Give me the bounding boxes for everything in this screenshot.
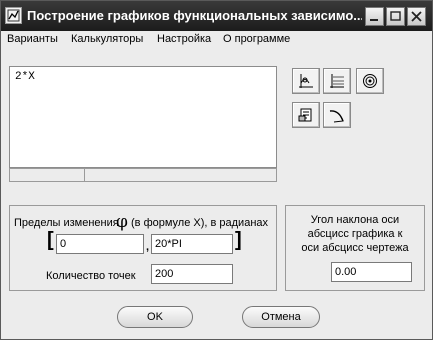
open-bracket: [ bbox=[47, 229, 54, 251]
cancel-button[interactable]: Отмена bbox=[242, 306, 320, 328]
angle-label-line1: Угол наклона оси bbox=[310, 214, 400, 226]
minimize-button[interactable] bbox=[365, 7, 384, 26]
menu-settings[interactable]: Настройка bbox=[157, 33, 211, 45]
range-label: Пределы изменения bbox=[14, 217, 119, 229]
maximize-icon bbox=[390, 11, 401, 21]
ok-button[interactable]: OK bbox=[117, 306, 193, 328]
angle-label-line3: оси абсцисс чертежа bbox=[301, 242, 409, 254]
plot-grid-button[interactable] bbox=[323, 68, 351, 94]
editor-status-bar bbox=[9, 168, 277, 182]
angle-group: Угол наклона оси абсцисс графика к оси а… bbox=[285, 205, 425, 291]
window-title: Построение графиков функциональных завис… bbox=[27, 8, 362, 23]
plot-axes-icon bbox=[299, 74, 313, 88]
points-label: Количество точек bbox=[46, 270, 136, 282]
polar-plot-button[interactable] bbox=[356, 68, 384, 94]
range-from-input[interactable]: 0 bbox=[56, 234, 144, 254]
title-bar[interactable]: Построение графиков функциональных завис… bbox=[1, 1, 432, 31]
phi-symbol: φ bbox=[116, 212, 128, 232]
angle-input[interactable]: 0.00 bbox=[331, 262, 412, 282]
angle-label-line2: абсцисс графика к bbox=[307, 228, 403, 240]
status-panel-1 bbox=[10, 169, 85, 181]
dialog-window: Построение графиков функциональных завис… bbox=[0, 0, 433, 340]
close-icon bbox=[411, 11, 422, 22]
minimize-icon bbox=[370, 19, 378, 21]
maximize-button[interactable] bbox=[386, 7, 405, 26]
close-button[interactable] bbox=[407, 7, 426, 26]
close-bracket: ] bbox=[235, 229, 242, 251]
menu-calculators[interactable]: Калькуляторы bbox=[71, 33, 143, 45]
plot-axes-button[interactable] bbox=[292, 68, 320, 94]
menu-bar: Варианты Калькуляторы Настройка О програ… bbox=[1, 31, 432, 49]
menu-variants[interactable]: Варианты bbox=[7, 33, 58, 45]
print-setup-icon bbox=[298, 108, 312, 122]
formula-editor[interactable]: 2*X bbox=[9, 66, 277, 168]
curve-tool-icon bbox=[329, 110, 344, 123]
range-label-suffix: (в формуле X), в радианах bbox=[131, 217, 269, 229]
curve-tool-button[interactable] bbox=[323, 102, 351, 128]
range-to-input[interactable]: 20*PI bbox=[151, 234, 233, 254]
polar-plot-icon bbox=[363, 74, 377, 88]
points-input[interactable]: 200 bbox=[151, 264, 233, 284]
plot-grid-icon bbox=[330, 74, 344, 88]
range-group: Пределы изменения φ (в формуле X), в рад… bbox=[9, 205, 277, 291]
range-separator: , bbox=[146, 241, 150, 253]
menu-about[interactable]: О программе bbox=[223, 33, 290, 45]
print-setup-button[interactable] bbox=[292, 102, 320, 128]
app-icon bbox=[5, 7, 22, 24]
